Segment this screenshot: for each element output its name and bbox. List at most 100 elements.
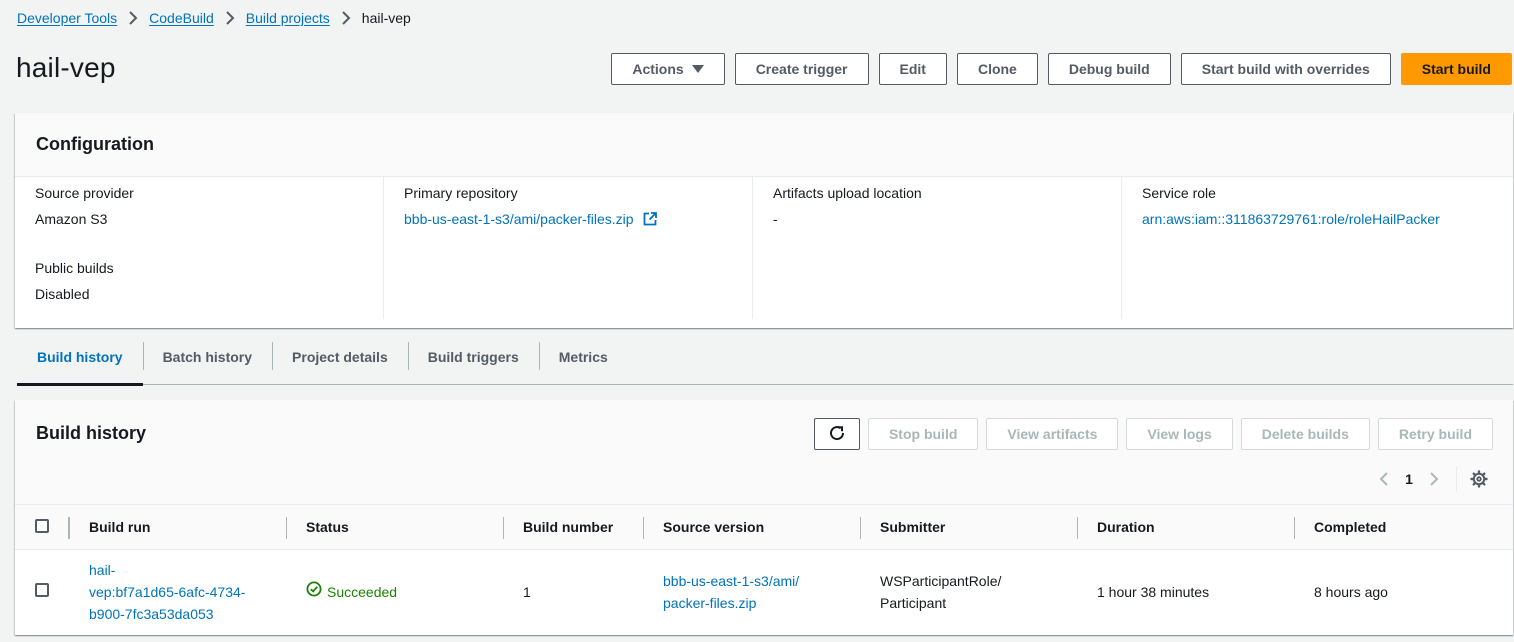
- tab-build-history[interactable]: Build history: [17, 338, 143, 386]
- build-history-title: Build history: [36, 423, 147, 443]
- delete-builds-button[interactable]: Delete builds: [1240, 418, 1370, 450]
- breadcrumb-codebuild[interactable]: CodeBuild: [149, 10, 214, 26]
- config-column-artifacts: Artifacts upload location -: [753, 177, 1122, 319]
- submitter-line: Participant: [880, 594, 947, 611]
- tab-label: Build history: [37, 349, 123, 365]
- tab-label: Batch history: [162, 349, 253, 365]
- artifacts-location-label: Artifacts upload location: [773, 185, 922, 201]
- build-history-panel: Build history Stop build View artifacts …: [15, 400, 1513, 635]
- refresh-icon: [828, 424, 846, 445]
- prev-page-icon[interactable]: [1370, 467, 1398, 491]
- breadcrumb-developer-tools[interactable]: Developer Tools: [17, 10, 117, 26]
- view-logs-button[interactable]: View logs: [1126, 418, 1233, 450]
- build-history-actions: Stop build View artifacts View logs Dele…: [813, 418, 1493, 450]
- tab-metrics[interactable]: Metrics: [538, 338, 628, 384]
- edit-button[interactable]: Edit: [878, 53, 947, 85]
- artifacts-location-value: -: [773, 211, 778, 227]
- tab-project-details[interactable]: Project details: [272, 338, 408, 384]
- public-builds-label: Public builds: [35, 260, 114, 276]
- refresh-button[interactable]: [813, 418, 860, 450]
- service-role-link[interactable]: arn:aws:iam::311863729761:role/roleHailP…: [1142, 208, 1471, 230]
- primary-repository-value: bbb-us-east-1-s3/ami/packer-files.zip: [404, 211, 634, 227]
- status-cell: Succeeded: [286, 550, 503, 634]
- col-status[interactable]: Status: [286, 505, 503, 550]
- create-trigger-button[interactable]: Create trigger: [734, 53, 869, 85]
- select-all-cell: [15, 505, 69, 550]
- configuration-title: Configuration: [36, 134, 154, 154]
- pagination: 1: [1370, 466, 1493, 492]
- source-provider-label: Source provider: [35, 185, 134, 201]
- current-page[interactable]: 1: [1398, 471, 1420, 487]
- primary-repository-link[interactable]: bbb-us-east-1-s3/ami/packer-files.zip: [404, 208, 732, 232]
- breadcrumb: Developer Tools CodeBuild Build projects…: [17, 10, 411, 26]
- build-run-line: vep:bf7a1d65-6afc-4734-: [89, 583, 246, 600]
- configuration-grid: Source provider Amazon S3 Public builds …: [15, 177, 1513, 327]
- pager-divider: [1456, 466, 1457, 492]
- duration-cell: 1 hour 38 minutes: [1097, 583, 1210, 600]
- configuration-header: Configuration: [15, 113, 1513, 177]
- service-role-label: Service role: [1142, 185, 1216, 201]
- chevron-right-icon: [225, 11, 235, 25]
- header-actions: Actions Create trigger Edit Clone Debug …: [611, 53, 1512, 85]
- source-version-line: bbb-us-east-1-s3/ami/: [663, 572, 800, 589]
- settings-gear-icon[interactable]: [1465, 467, 1493, 491]
- select-all-checkbox[interactable]: [35, 518, 49, 533]
- col-source-version[interactable]: Source version: [643, 505, 860, 550]
- build-run-line: b900-7fc3a53da053: [89, 605, 214, 622]
- configuration-panel: Configuration Source provider Amazon S3 …: [15, 113, 1513, 328]
- build-run-link[interactable]: hail- vep:bf7a1d65-6afc-4734- b900-7fc3a…: [89, 562, 245, 622]
- tab-label: Build triggers: [427, 349, 519, 365]
- actions-dropdown-button[interactable]: Actions: [611, 53, 725, 85]
- external-link-icon: [643, 210, 658, 232]
- col-completed[interactable]: Completed: [1294, 505, 1513, 550]
- config-column-source: Source provider Amazon S3 Public builds …: [15, 177, 384, 319]
- source-version-cell: bbb-us-east-1-s3/ami/ packer-files.zip: [643, 550, 860, 634]
- build-history-table: Build run Status Build number Source ver…: [15, 504, 1513, 634]
- start-build-button[interactable]: Start build: [1400, 53, 1512, 85]
- chevron-right-icon: [128, 11, 138, 25]
- config-column-role: Service role arn:aws:iam::311863729761:r…: [1122, 177, 1491, 319]
- table-row: hail- vep:bf7a1d65-6afc-4734- b900-7fc3a…: [15, 550, 1513, 634]
- col-duration[interactable]: Duration: [1077, 505, 1294, 550]
- source-version-line: packer-files.zip: [663, 594, 757, 611]
- source-provider-value: Amazon S3: [35, 211, 108, 227]
- status-badge: Succeeded: [306, 581, 397, 603]
- config-column-repository: Primary repository bbb-us-east-1-s3/ami/…: [384, 177, 753, 319]
- row-checkbox[interactable]: [35, 582, 49, 597]
- primary-repository-label: Primary repository: [404, 185, 518, 201]
- stop-build-button[interactable]: Stop build: [867, 418, 979, 450]
- breadcrumb-build-projects[interactable]: Build projects: [246, 10, 330, 26]
- start-build-with-overrides-button[interactable]: Start build with overrides: [1180, 53, 1391, 85]
- col-submitter[interactable]: Submitter: [860, 505, 1077, 550]
- actions-label: Actions: [632, 61, 684, 77]
- build-run-line: hail-: [89, 561, 116, 578]
- public-builds-value: Disabled: [35, 286, 90, 302]
- completed-cell: 8 hours ago: [1314, 583, 1388, 600]
- retry-build-button[interactable]: Retry build: [1377, 418, 1493, 450]
- submitter-cell: WSParticipantRole/ Participant: [860, 550, 1077, 634]
- clone-button[interactable]: Clone: [956, 53, 1038, 85]
- view-artifacts-button[interactable]: View artifacts: [986, 418, 1119, 450]
- tab-label: Metrics: [558, 349, 608, 365]
- tab-build-triggers[interactable]: Build triggers: [407, 338, 539, 384]
- build-run-cell: hail- vep:bf7a1d65-6afc-4734- b900-7fc3a…: [69, 550, 286, 634]
- status-text: Succeeded: [327, 583, 398, 600]
- row-select-cell: [15, 550, 69, 634]
- build-number-cell: 1: [523, 583, 531, 600]
- breadcrumb-current: hail-vep: [361, 10, 411, 26]
- success-check-icon: [306, 581, 322, 603]
- chevron-right-icon: [341, 11, 351, 25]
- page-title: hail-vep: [16, 52, 116, 83]
- tab-batch-history[interactable]: Batch history: [142, 338, 272, 384]
- debug-build-button[interactable]: Debug build: [1047, 53, 1171, 85]
- build-history-header: Build history Stop build View artifacts …: [15, 400, 1513, 504]
- project-tabs: Build history Batch history Project deta…: [17, 338, 1513, 386]
- caret-down-icon: [691, 65, 704, 73]
- tab-label: Project details: [292, 349, 388, 365]
- source-version-link[interactable]: bbb-us-east-1-s3/ami/ packer-files.zip: [663, 573, 799, 611]
- col-build-run[interactable]: Build run: [69, 505, 286, 550]
- next-page-icon[interactable]: [1420, 467, 1448, 491]
- table-header-row: Build run Status Build number Source ver…: [15, 504, 1513, 550]
- submitter-line: WSParticipantRole/: [880, 572, 1002, 589]
- col-build-number[interactable]: Build number: [503, 505, 643, 550]
